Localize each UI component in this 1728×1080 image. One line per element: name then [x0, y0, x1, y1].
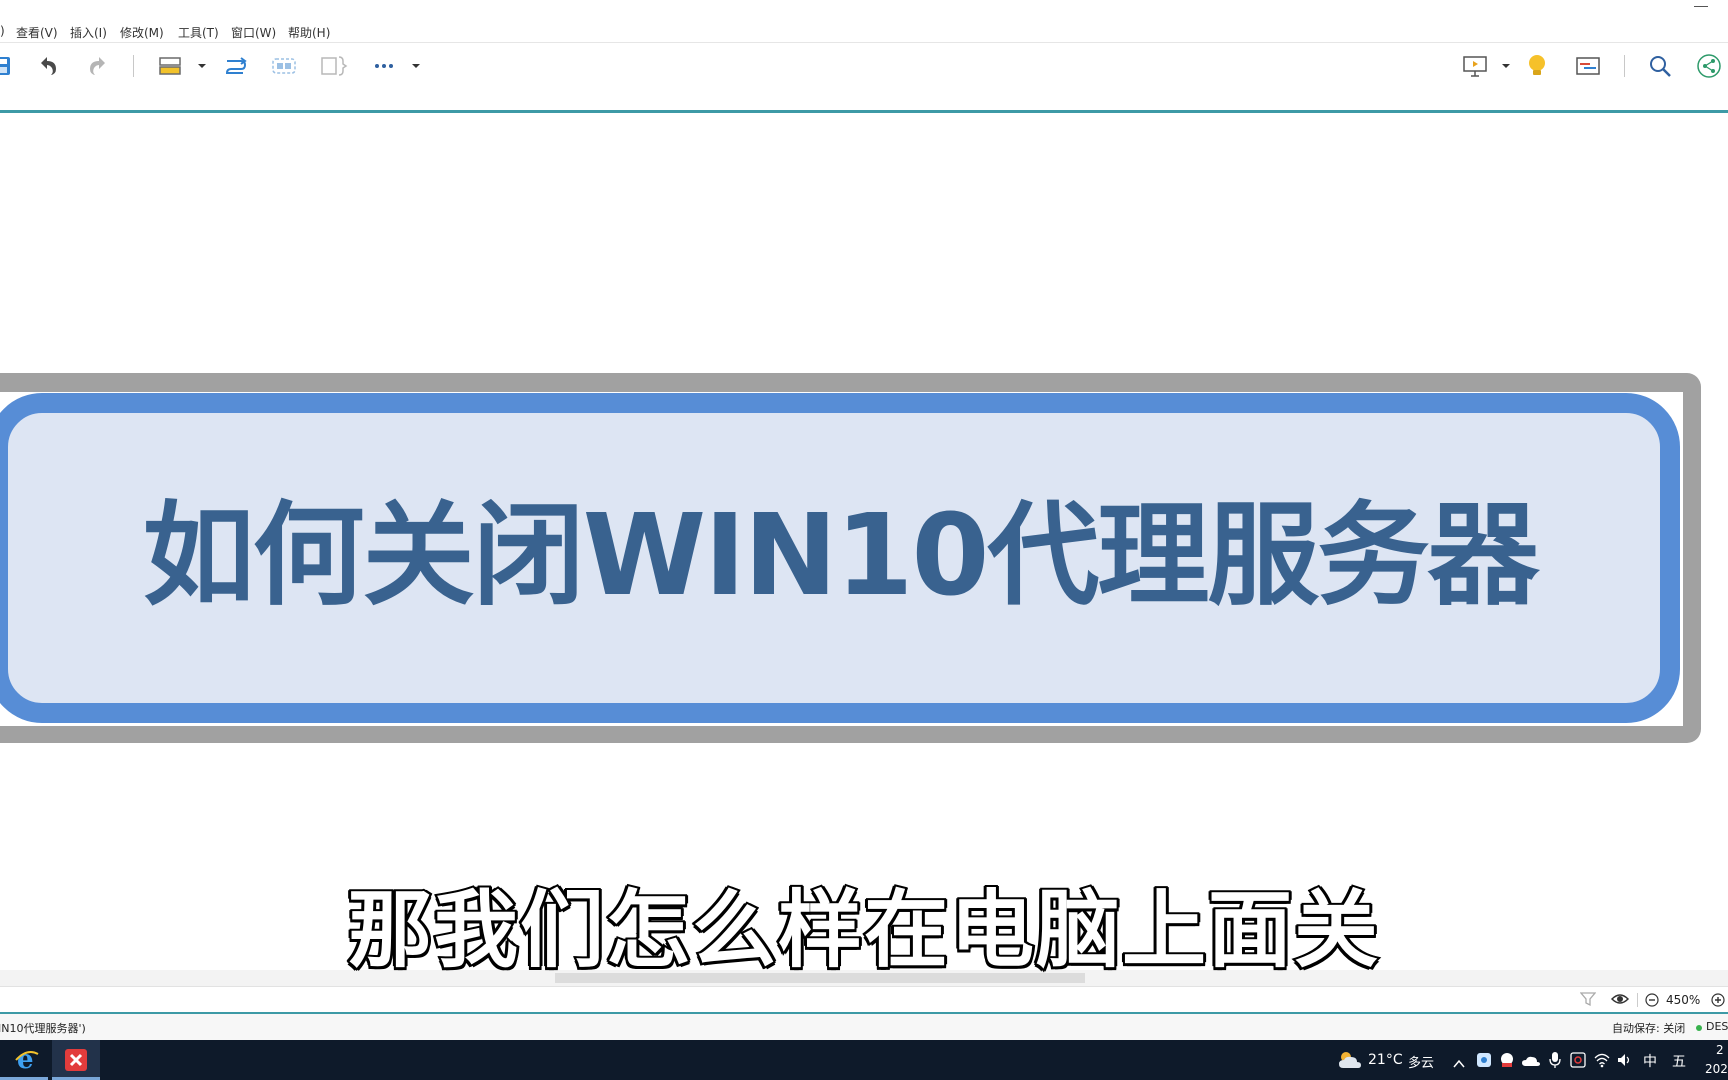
minimize-button[interactable]	[1694, 6, 1708, 7]
chevron-up-icon[interactable]	[1453, 1054, 1465, 1073]
xmind-icon	[65, 1049, 87, 1075]
microphone-icon[interactable]	[1549, 1051, 1561, 1073]
share-icon[interactable]	[1696, 53, 1722, 79]
menu-file-edge[interactable]: )	[0, 24, 5, 38]
ie-taskbar-button[interactable]: e	[0, 1040, 48, 1080]
zoom-in-icon[interactable]	[1711, 992, 1725, 1011]
clock-time[interactable]: 2	[1716, 1043, 1724, 1057]
update-icon[interactable]	[1570, 1052, 1586, 1072]
zoom-separator	[1637, 993, 1638, 1007]
save-icon[interactable]	[0, 53, 14, 79]
toolbar	[0, 43, 1728, 113]
windows-taskbar: e 21°C 多云 中 五 2 202	[0, 1040, 1728, 1080]
autosave-status[interactable]: 自动保存: 关闭	[1612, 1020, 1685, 1036]
presentation-dropdown-chevron-icon[interactable]	[1501, 53, 1511, 79]
menu-insert[interactable]: 插入(I)	[70, 24, 107, 41]
topic-dropdown-chevron-icon[interactable]	[197, 53, 207, 79]
more-icon[interactable]	[374, 53, 396, 79]
idea-icon[interactable]	[1526, 53, 1548, 79]
filter-icon[interactable]	[1579, 991, 1597, 1011]
weather-desc[interactable]: 多云	[1408, 1052, 1434, 1071]
central-topic-title: 如何关闭WIN10代理服务器	[142, 491, 1540, 621]
volume-icon[interactable]	[1617, 1052, 1633, 1072]
zoom-level: 450%	[1666, 993, 1701, 1007]
menu-bar: ) 查看(V) 插入(I) 修改(M) 工具(T) 窗口(W) 帮助(H)	[0, 0, 1728, 43]
redo-icon[interactable]	[86, 53, 110, 79]
boundary-icon[interactable]	[270, 53, 298, 79]
ime-mode[interactable]: 五	[1672, 1051, 1686, 1071]
user-name[interactable]: DESK	[1706, 1020, 1728, 1033]
menu-tools[interactable]: 工具(T)	[178, 24, 219, 41]
weather-cloud-icon[interactable]	[1338, 1050, 1362, 1074]
undo-icon[interactable]	[36, 53, 60, 79]
internet-explorer-icon: e	[14, 1045, 40, 1076]
toolbar-separator	[133, 55, 134, 77]
menu-help[interactable]: 帮助(H)	[288, 24, 330, 41]
status-selection-text: IN10代理服务器')	[0, 1022, 86, 1035]
toolbar-separator	[1624, 55, 1625, 77]
status-bar: IN10代理服务器') 自动保存: 关闭 DESK	[0, 1012, 1728, 1040]
relationship-icon[interactable]	[223, 53, 249, 79]
ime-language[interactable]: 中	[1643, 1051, 1657, 1071]
gantt-icon[interactable]	[1574, 53, 1602, 79]
menu-window[interactable]: 窗口(W)	[231, 24, 276, 41]
clock-date[interactable]: 202	[1705, 1062, 1728, 1076]
zoom-bar: 450%	[0, 986, 1728, 1013]
search-icon[interactable]	[1647, 53, 1673, 79]
summary-icon[interactable]	[320, 53, 348, 79]
online-dot-icon	[1696, 1025, 1702, 1031]
zoom-out-icon[interactable]	[1645, 992, 1659, 1011]
topic-icon[interactable]	[158, 53, 184, 79]
menu-modify[interactable]: 修改(M)	[120, 24, 164, 41]
menu-view[interactable]: 查看(V)	[16, 24, 58, 41]
wifi-icon[interactable]	[1594, 1052, 1610, 1072]
xmind-taskbar-button[interactable]	[52, 1040, 100, 1080]
video-subtitle: 那我们怎么样在电脑上面关	[346, 879, 1380, 981]
eye-icon[interactable]	[1610, 991, 1630, 1011]
presentation-icon[interactable]	[1461, 53, 1489, 79]
more-dropdown-chevron-icon[interactable]	[411, 53, 421, 79]
svg-text:e: e	[17, 1046, 34, 1072]
onedrive-cloud-icon[interactable]	[1522, 1053, 1540, 1072]
tray-app-icon[interactable]	[1476, 1052, 1492, 1072]
weather-temp[interactable]: 21°C	[1368, 1052, 1403, 1068]
tray-chat-icon[interactable]	[1499, 1052, 1515, 1072]
